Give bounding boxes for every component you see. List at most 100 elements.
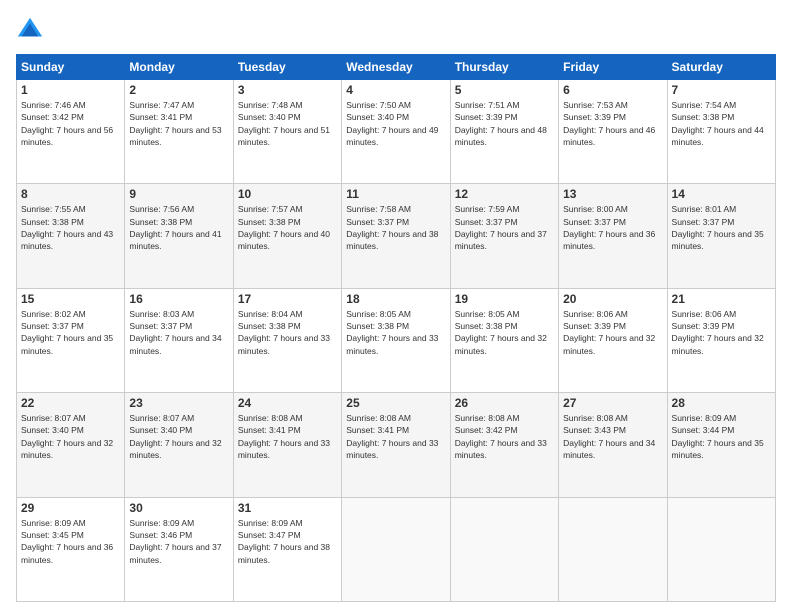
day-number: 15 bbox=[21, 292, 120, 306]
cell-info: Sunrise: 8:05 AMSunset: 3:38 PMDaylight:… bbox=[455, 309, 547, 356]
cell-info: Sunrise: 8:09 AMSunset: 3:44 PMDaylight:… bbox=[672, 413, 764, 460]
cell-info: Sunrise: 8:00 AMSunset: 3:37 PMDaylight:… bbox=[563, 204, 655, 251]
cell-info: Sunrise: 8:08 AMSunset: 3:41 PMDaylight:… bbox=[238, 413, 330, 460]
day-cell: 20 Sunrise: 8:06 AMSunset: 3:39 PMDaylig… bbox=[559, 288, 667, 392]
page: SundayMondayTuesdayWednesdayThursdayFrid… bbox=[0, 0, 792, 612]
cell-info: Sunrise: 8:06 AMSunset: 3:39 PMDaylight:… bbox=[672, 309, 764, 356]
day-cell: 29 Sunrise: 8:09 AMSunset: 3:45 PMDaylig… bbox=[17, 497, 125, 601]
day-cell bbox=[559, 497, 667, 601]
cell-info: Sunrise: 7:55 AMSunset: 3:38 PMDaylight:… bbox=[21, 204, 113, 251]
day-number: 13 bbox=[563, 187, 662, 201]
day-cell bbox=[450, 497, 558, 601]
day-cell: 14 Sunrise: 8:01 AMSunset: 3:37 PMDaylig… bbox=[667, 184, 775, 288]
cell-info: Sunrise: 7:46 AMSunset: 3:42 PMDaylight:… bbox=[21, 100, 113, 147]
day-number: 31 bbox=[238, 501, 337, 515]
day-cell: 7 Sunrise: 7:54 AMSunset: 3:38 PMDayligh… bbox=[667, 80, 775, 184]
day-number: 27 bbox=[563, 396, 662, 410]
week-row-2: 8 Sunrise: 7:55 AMSunset: 3:38 PMDayligh… bbox=[17, 184, 776, 288]
day-cell: 8 Sunrise: 7:55 AMSunset: 3:38 PMDayligh… bbox=[17, 184, 125, 288]
day-cell: 30 Sunrise: 8:09 AMSunset: 3:46 PMDaylig… bbox=[125, 497, 233, 601]
day-header-friday: Friday bbox=[559, 55, 667, 80]
day-cell: 25 Sunrise: 8:08 AMSunset: 3:41 PMDaylig… bbox=[342, 393, 450, 497]
day-cell: 6 Sunrise: 7:53 AMSunset: 3:39 PMDayligh… bbox=[559, 80, 667, 184]
cell-info: Sunrise: 8:03 AMSunset: 3:37 PMDaylight:… bbox=[129, 309, 221, 356]
cell-info: Sunrise: 7:53 AMSunset: 3:39 PMDaylight:… bbox=[563, 100, 655, 147]
cell-info: Sunrise: 8:09 AMSunset: 3:46 PMDaylight:… bbox=[129, 518, 221, 565]
cell-info: Sunrise: 8:08 AMSunset: 3:42 PMDaylight:… bbox=[455, 413, 547, 460]
day-cell: 16 Sunrise: 8:03 AMSunset: 3:37 PMDaylig… bbox=[125, 288, 233, 392]
day-cell: 3 Sunrise: 7:48 AMSunset: 3:40 PMDayligh… bbox=[233, 80, 341, 184]
day-header-thursday: Thursday bbox=[450, 55, 558, 80]
cell-info: Sunrise: 7:48 AMSunset: 3:40 PMDaylight:… bbox=[238, 100, 330, 147]
cell-info: Sunrise: 7:51 AMSunset: 3:39 PMDaylight:… bbox=[455, 100, 547, 147]
cell-info: Sunrise: 7:54 AMSunset: 3:38 PMDaylight:… bbox=[672, 100, 764, 147]
day-cell: 28 Sunrise: 8:09 AMSunset: 3:44 PMDaylig… bbox=[667, 393, 775, 497]
day-header-tuesday: Tuesday bbox=[233, 55, 341, 80]
day-number: 6 bbox=[563, 83, 662, 97]
day-number: 19 bbox=[455, 292, 554, 306]
day-number: 23 bbox=[129, 396, 228, 410]
day-number: 12 bbox=[455, 187, 554, 201]
cell-info: Sunrise: 7:59 AMSunset: 3:37 PMDaylight:… bbox=[455, 204, 547, 251]
day-cell: 17 Sunrise: 8:04 AMSunset: 3:38 PMDaylig… bbox=[233, 288, 341, 392]
cell-info: Sunrise: 8:04 AMSunset: 3:38 PMDaylight:… bbox=[238, 309, 330, 356]
day-number: 7 bbox=[672, 83, 771, 97]
day-number: 28 bbox=[672, 396, 771, 410]
day-cell: 21 Sunrise: 8:06 AMSunset: 3:39 PMDaylig… bbox=[667, 288, 775, 392]
day-cell: 2 Sunrise: 7:47 AMSunset: 3:41 PMDayligh… bbox=[125, 80, 233, 184]
day-cell bbox=[342, 497, 450, 601]
day-cell: 4 Sunrise: 7:50 AMSunset: 3:40 PMDayligh… bbox=[342, 80, 450, 184]
day-cell: 27 Sunrise: 8:08 AMSunset: 3:43 PMDaylig… bbox=[559, 393, 667, 497]
day-number: 22 bbox=[21, 396, 120, 410]
day-number: 3 bbox=[238, 83, 337, 97]
day-number: 2 bbox=[129, 83, 228, 97]
week-row-1: 1 Sunrise: 7:46 AMSunset: 3:42 PMDayligh… bbox=[17, 80, 776, 184]
header bbox=[16, 16, 776, 44]
calendar-table: SundayMondayTuesdayWednesdayThursdayFrid… bbox=[16, 54, 776, 602]
day-number: 17 bbox=[238, 292, 337, 306]
cell-info: Sunrise: 8:07 AMSunset: 3:40 PMDaylight:… bbox=[129, 413, 221, 460]
cell-info: Sunrise: 8:01 AMSunset: 3:37 PMDaylight:… bbox=[672, 204, 764, 251]
calendar-header-row: SundayMondayTuesdayWednesdayThursdayFrid… bbox=[17, 55, 776, 80]
day-cell: 10 Sunrise: 7:57 AMSunset: 3:38 PMDaylig… bbox=[233, 184, 341, 288]
day-cell: 5 Sunrise: 7:51 AMSunset: 3:39 PMDayligh… bbox=[450, 80, 558, 184]
day-number: 10 bbox=[238, 187, 337, 201]
day-number: 14 bbox=[672, 187, 771, 201]
day-number: 25 bbox=[346, 396, 445, 410]
cell-info: Sunrise: 7:47 AMSunset: 3:41 PMDaylight:… bbox=[129, 100, 221, 147]
day-number: 21 bbox=[672, 292, 771, 306]
day-number: 11 bbox=[346, 187, 445, 201]
day-cell: 13 Sunrise: 8:00 AMSunset: 3:37 PMDaylig… bbox=[559, 184, 667, 288]
day-cell: 19 Sunrise: 8:05 AMSunset: 3:38 PMDaylig… bbox=[450, 288, 558, 392]
week-row-3: 15 Sunrise: 8:02 AMSunset: 3:37 PMDaylig… bbox=[17, 288, 776, 392]
week-row-4: 22 Sunrise: 8:07 AMSunset: 3:40 PMDaylig… bbox=[17, 393, 776, 497]
day-number: 1 bbox=[21, 83, 120, 97]
day-cell: 23 Sunrise: 8:07 AMSunset: 3:40 PMDaylig… bbox=[125, 393, 233, 497]
day-number: 8 bbox=[21, 187, 120, 201]
logo-icon bbox=[16, 16, 44, 44]
cell-info: Sunrise: 8:09 AMSunset: 3:47 PMDaylight:… bbox=[238, 518, 330, 565]
day-cell: 1 Sunrise: 7:46 AMSunset: 3:42 PMDayligh… bbox=[17, 80, 125, 184]
day-header-monday: Monday bbox=[125, 55, 233, 80]
day-number: 16 bbox=[129, 292, 228, 306]
cell-info: Sunrise: 8:09 AMSunset: 3:45 PMDaylight:… bbox=[21, 518, 113, 565]
cell-info: Sunrise: 7:57 AMSunset: 3:38 PMDaylight:… bbox=[238, 204, 330, 251]
cell-info: Sunrise: 8:05 AMSunset: 3:38 PMDaylight:… bbox=[346, 309, 438, 356]
day-number: 29 bbox=[21, 501, 120, 515]
day-cell: 9 Sunrise: 7:56 AMSunset: 3:38 PMDayligh… bbox=[125, 184, 233, 288]
cell-info: Sunrise: 8:02 AMSunset: 3:37 PMDaylight:… bbox=[21, 309, 113, 356]
cell-info: Sunrise: 8:07 AMSunset: 3:40 PMDaylight:… bbox=[21, 413, 113, 460]
cell-info: Sunrise: 8:06 AMSunset: 3:39 PMDaylight:… bbox=[563, 309, 655, 356]
day-cell: 22 Sunrise: 8:07 AMSunset: 3:40 PMDaylig… bbox=[17, 393, 125, 497]
cell-info: Sunrise: 8:08 AMSunset: 3:43 PMDaylight:… bbox=[563, 413, 655, 460]
cell-info: Sunrise: 7:56 AMSunset: 3:38 PMDaylight:… bbox=[129, 204, 221, 251]
day-number: 24 bbox=[238, 396, 337, 410]
cell-info: Sunrise: 7:58 AMSunset: 3:37 PMDaylight:… bbox=[346, 204, 438, 251]
day-header-sunday: Sunday bbox=[17, 55, 125, 80]
week-row-5: 29 Sunrise: 8:09 AMSunset: 3:45 PMDaylig… bbox=[17, 497, 776, 601]
day-number: 26 bbox=[455, 396, 554, 410]
day-number: 4 bbox=[346, 83, 445, 97]
day-header-saturday: Saturday bbox=[667, 55, 775, 80]
day-cell: 31 Sunrise: 8:09 AMSunset: 3:47 PMDaylig… bbox=[233, 497, 341, 601]
day-cell: 12 Sunrise: 7:59 AMSunset: 3:37 PMDaylig… bbox=[450, 184, 558, 288]
